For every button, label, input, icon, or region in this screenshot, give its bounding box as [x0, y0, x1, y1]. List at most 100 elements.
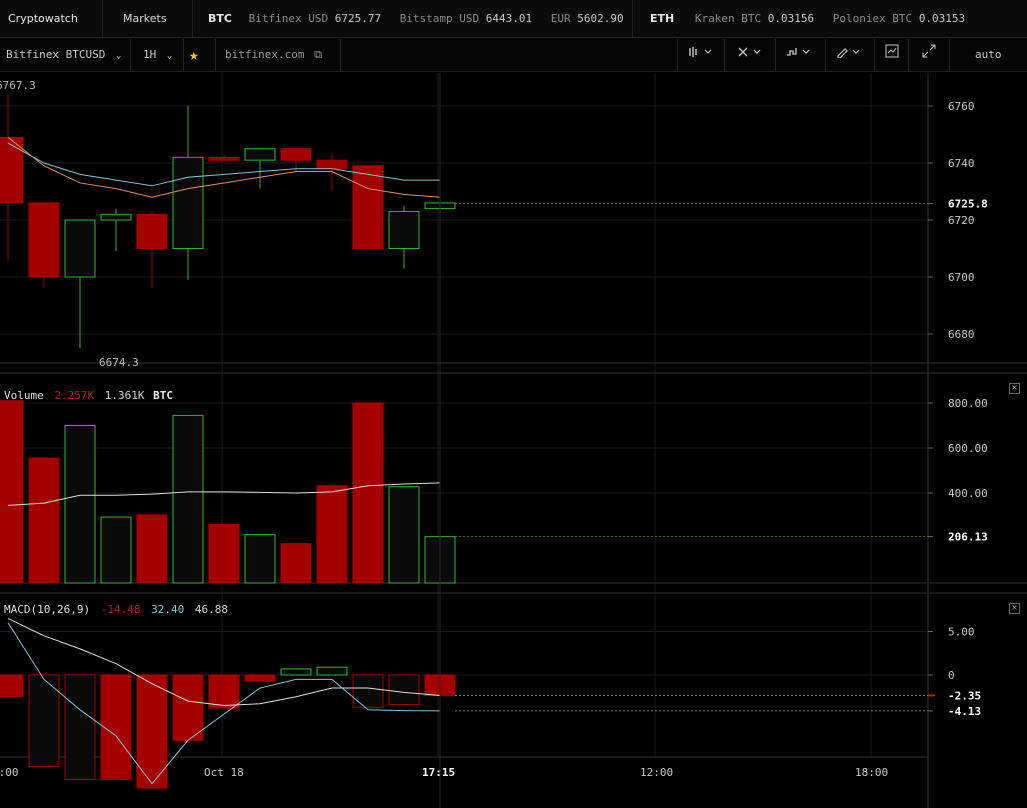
macd-line-value: 32.40 — [151, 603, 185, 616]
candle-up — [172, 156, 204, 249]
divider — [340, 39, 341, 71]
volume-bar-down — [352, 402, 384, 584]
price-axis-label: 6680 — [948, 328, 975, 341]
candle-down — [280, 148, 312, 161]
markets-menu[interactable]: Markets — [123, 0, 167, 38]
cross-icon[interactable] — [737, 39, 765, 71]
volume-bar-down — [136, 514, 168, 584]
divider — [183, 39, 184, 71]
candle-down — [208, 156, 240, 161]
price-axis-label: 6740 — [948, 157, 975, 170]
price-plot: 6767.3 6674.3 — [0, 79, 928, 369]
current-volume-label: 206.13 — [948, 531, 988, 544]
close-volume-panel-button[interactable]: ✕ — [1009, 383, 1020, 394]
chart-canvas[interactable]: 6767.3 6674.3 6760 6740 6720 6700 6680 6725.8 8… — [0, 73, 1027, 808]
current-macd-hist-label: -2.35 — [948, 689, 981, 702]
close-macd-panel-button[interactable]: ✕ — [1009, 603, 1020, 614]
macd-axis-label: 5.00 — [948, 626, 975, 639]
price-axis-label: 6700 — [948, 271, 975, 284]
ticker-label: EUR — [550, 12, 571, 25]
ticker-value: 5602.90 — [577, 12, 624, 25]
divider — [874, 39, 875, 71]
macd-legend: MACD(10,26,9) -14.48 32.40 46.88 — [4, 603, 228, 616]
macd-hist-down — [0, 674, 24, 698]
volume-bar-up — [100, 516, 132, 584]
period-selector[interactable]: 1H ⌄ — [143, 39, 172, 71]
volume-bar-down — [0, 400, 24, 584]
volume-bar-up — [64, 425, 96, 584]
ticker-value: 6443.01 — [485, 12, 533, 25]
divider — [102, 0, 103, 38]
scale-mode-button[interactable]: auto — [975, 39, 1002, 71]
divider — [215, 39, 216, 71]
time-axis-label: 17:15 — [422, 766, 455, 779]
candle-up — [388, 210, 420, 249]
exchange-site-label: bitfinex.com — [225, 48, 305, 61]
macd-hist-up — [316, 666, 348, 676]
volume-legend: Volume 2.257K 1.361K BTC — [4, 389, 173, 402]
volume-bar-up — [388, 486, 420, 584]
exchange-link[interactable]: bitfinex.com ⧉ — [225, 39, 322, 71]
chevron-down-icon: ⌄ — [166, 51, 173, 61]
price-axis-label: 6760 — [948, 100, 975, 113]
candle-down — [136, 213, 168, 250]
chart-area[interactable]: 6767.3 6674.3 6760 6740 6720 6700 6680 6725.8 8… — [0, 73, 1027, 808]
star-icon[interactable]: ★ — [189, 39, 199, 71]
macd-hist-down — [352, 674, 384, 708]
candle-up — [100, 213, 132, 221]
volume-title: Volume — [4, 389, 44, 402]
divider — [632, 0, 633, 38]
btc-ticker-group[interactable]: BTC Bitfinex USD 6725.77 Bitstamp USD 64… — [208, 0, 624, 38]
ticker-value: 0.03156 — [767, 12, 815, 25]
candle-down — [316, 159, 348, 170]
macd-hist-marker — [928, 694, 935, 697]
external-link-icon: ⧉ — [314, 48, 322, 61]
macd-title: MACD(10,26,9) — [4, 603, 91, 616]
candle-up — [244, 148, 276, 161]
draw-icon[interactable] — [836, 39, 864, 71]
brand-logo[interactable]: Cryptowatch — [8, 0, 78, 38]
time-axis-label: 18:00 — [855, 766, 888, 779]
fullscreen-icon[interactable] — [922, 39, 936, 71]
period-selector-label: 1H — [143, 48, 157, 61]
divider — [192, 0, 193, 38]
candle-up — [64, 219, 96, 278]
ticker-label: Kraken BTC — [694, 12, 762, 25]
volume-bar-down — [28, 457, 60, 584]
volume-axis-label: 600.00 — [948, 442, 988, 455]
divider — [825, 39, 826, 71]
macd-hist-up — [280, 668, 312, 676]
candle-down — [352, 165, 384, 249]
eth-ticker-group[interactable]: ETH Kraken BTC 0.03156 Poloniex BTC 0.03… — [650, 0, 965, 38]
ticker-value: 0.03153 — [918, 12, 966, 25]
candle-down — [28, 202, 60, 278]
ticker-label: Bitstamp USD — [399, 12, 480, 25]
time-axis-label: 12:00 — [640, 766, 673, 779]
macd-hist-down — [208, 674, 240, 709]
bar-style-icon[interactable] — [688, 39, 714, 71]
candle-down — [0, 136, 24, 204]
volume-plot — [0, 400, 928, 584]
chevron-down-icon: ⌄ — [115, 51, 122, 61]
divider — [908, 39, 909, 71]
low-price-label: 6674.3 — [99, 356, 139, 369]
macd-hist-down — [100, 674, 132, 780]
ticker-value: 6725.77 — [334, 12, 382, 25]
volume-bar-down — [316, 485, 348, 584]
price-axis-label: 6720 — [948, 214, 975, 227]
divider — [775, 39, 776, 71]
volume-axis-label: 800.00 — [948, 397, 988, 410]
volume-bar-down — [208, 524, 240, 584]
macd-plot — [0, 617, 928, 789]
volume-bar-up — [172, 414, 204, 584]
macd-hist-down — [388, 674, 420, 706]
ticker-label: Bitfinex USD — [248, 12, 329, 25]
divider — [949, 39, 950, 71]
snapshot-icon[interactable] — [885, 39, 899, 71]
market-selector[interactable]: Bitfinex BTCUSD ⌄ — [6, 39, 121, 71]
volume-value-red: 2.257K — [54, 389, 95, 402]
current-macd-line-label: -4.13 — [948, 705, 981, 718]
current-price-label: 6725.8 — [948, 197, 988, 210]
ticker-label: Poloniex BTC — [832, 12, 913, 25]
indicators-icon[interactable] — [786, 39, 814, 71]
